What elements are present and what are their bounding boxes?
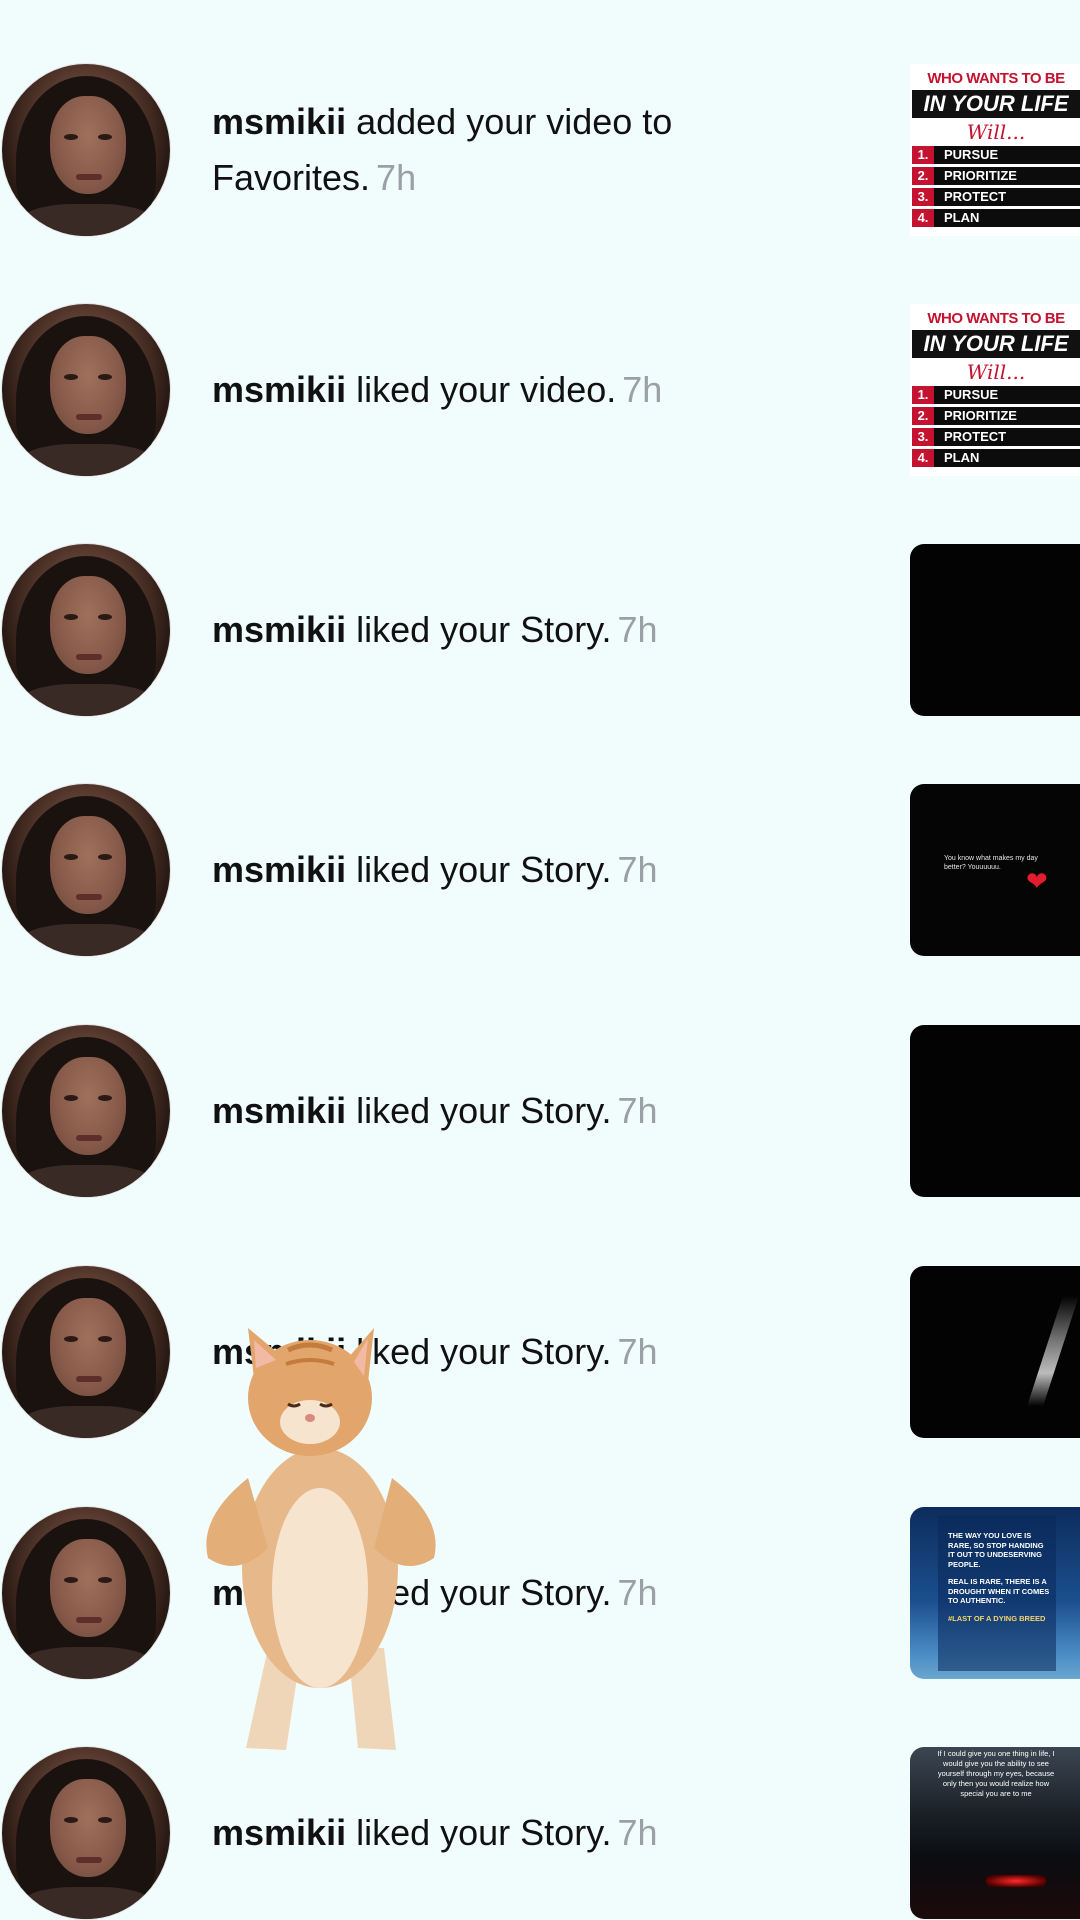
poster-banner-text: IN YOUR LIFE: [912, 90, 1080, 118]
poster-item-label: PLAN: [944, 450, 980, 465]
notification-row[interactable]: msmikii added your video to Favorites. 7h…: [0, 64, 1080, 236]
poster-item-num: 4.: [912, 209, 934, 227]
poster-script-text: Will...: [966, 120, 1026, 144]
quote-hashtag: #LAST OF A DYING BREED: [948, 1613, 1046, 1623]
timestamp: 7h: [617, 1572, 658, 1613]
notification-row[interactable]: msmikii liked your Story. 7h If I could g…: [0, 1747, 1080, 1919]
story-quote: If I could give you one thing in life, I…: [937, 1749, 1055, 1798]
timestamp: 7h: [617, 849, 658, 890]
poster-item-num: 3.: [912, 188, 934, 206]
username[interactable]: msmikii: [212, 1812, 346, 1853]
action-text: liked your Story.: [356, 609, 612, 650]
username[interactable]: msmikii: [212, 101, 346, 142]
poster-item-num: 1.: [912, 146, 934, 164]
poster-item-label: PRIORITIZE: [944, 408, 1017, 423]
dancing-cat-sticker: [206, 1328, 436, 1750]
action-text: liked your video.: [356, 369, 617, 410]
avatar[interactable]: [2, 1025, 170, 1197]
poster-item-label: PROTECT: [944, 189, 1007, 204]
poster-item-label: PRIORITIZE: [944, 168, 1017, 183]
timestamp: 7h: [376, 157, 417, 198]
avatar[interactable]: [2, 1507, 170, 1679]
avatar[interactable]: [2, 784, 170, 956]
notification-row[interactable]: msmikii liked your Story.7h: [0, 1025, 1080, 1197]
username[interactable]: msmikii: [212, 609, 346, 650]
story-thumbnail[interactable]: If I could give you one thing in life, I…: [910, 1747, 1080, 1919]
avatar[interactable]: [2, 64, 170, 236]
notification-text: msmikii liked your Story.7h: [212, 1747, 772, 1919]
poster-item-num: 2.: [912, 407, 934, 425]
action-text: liked your Story.: [356, 1812, 612, 1853]
poster-script-text: Will...: [966, 360, 1026, 384]
video-thumbnail[interactable]: WHO WANTS TO BE IN YOUR LIFE Will... 1. P…: [910, 304, 1080, 476]
timestamp: 7h: [622, 369, 663, 410]
timestamp: 7h: [617, 1331, 658, 1372]
notification-row[interactable]: msmikii liked your Story.7h: [0, 544, 1080, 716]
story-thumbnail[interactable]: [910, 1266, 1080, 1438]
poster-item-num: 4.: [912, 449, 934, 467]
poster-item-label: PLAN: [944, 210, 980, 225]
story-quote: THE WAY YOU LOVE IS RARE, SO STOP HANDIN…: [948, 1531, 1052, 1623]
username[interactable]: msmikii: [212, 1090, 346, 1131]
poster-item-label: PURSUE: [944, 147, 999, 162]
heart-icon: ❤: [1026, 866, 1048, 896]
notification-row[interactable]: msmikii liked your video. 7h WHO WANTS TO…: [0, 304, 1080, 476]
avatar[interactable]: [2, 304, 170, 476]
story-thumbnail[interactable]: [910, 1025, 1080, 1197]
poster-item-label: PROTECT: [944, 429, 1007, 444]
notification-text: msmikii liked your Story.7h: [212, 544, 772, 716]
notification-text: msmikii added your video to Favorites. 7h: [212, 64, 772, 236]
notification-text: msmikii liked your Story.7h: [212, 1025, 772, 1197]
avatar[interactable]: [2, 1266, 170, 1438]
light-streak: [1027, 1296, 1079, 1406]
quote-line: REAL IS RARE, THERE IS A DROUGHT WHEN IT…: [948, 1577, 1050, 1605]
notification-row[interactable]: msmikii liked your Story.7h: [0, 1266, 1080, 1438]
action-text: liked your Story.: [356, 1090, 612, 1131]
poster-top-text: WHO WANTS TO BE: [910, 310, 1080, 328]
notification-row[interactable]: msmikii liked your Story.7h THE WAY YOU …: [0, 1507, 1080, 1679]
story-thumbnail[interactable]: THE WAY YOU LOVE IS RARE, SO STOP HANDIN…: [910, 1507, 1080, 1679]
notification-text: msmikii liked your video. 7h: [212, 304, 772, 476]
timestamp: 7h: [617, 609, 658, 650]
action-text: liked your Story.: [356, 849, 612, 890]
avatar[interactable]: [2, 544, 170, 716]
video-thumbnail[interactable]: WHO WANTS TO BE IN YOUR LIFE Will... 1. P…: [910, 64, 1080, 236]
username[interactable]: msmikii: [212, 369, 346, 410]
username[interactable]: msmikii: [212, 849, 346, 890]
notification-text: msmikii liked your Story.7h: [212, 784, 772, 956]
poster-item-label: PURSUE: [944, 387, 999, 402]
quote-line: THE WAY YOU LOVE IS RARE, SO STOP HANDIN…: [948, 1531, 1044, 1569]
avatar[interactable]: [2, 1747, 170, 1919]
poster-item-num: 1.: [912, 386, 934, 404]
story-thumbnail[interactable]: [910, 544, 1080, 716]
poster-item-num: 2.: [912, 167, 934, 185]
poster-banner-text: IN YOUR LIFE: [912, 330, 1080, 358]
poster-item-num: 3.: [912, 428, 934, 446]
poster-top-text: WHO WANTS TO BE: [910, 70, 1080, 88]
timestamp: 7h: [617, 1812, 658, 1853]
tail-light: [986, 1875, 1046, 1887]
notification-row[interactable]: msmikii liked your Story. 7h You know wha…: [0, 784, 1080, 956]
story-thumbnail[interactable]: You know what makes my day better? Youuu…: [910, 784, 1080, 956]
notifications-screen: msmikii added your video to Favorites. 7h…: [0, 0, 1080, 1920]
timestamp: 7h: [617, 1090, 658, 1131]
